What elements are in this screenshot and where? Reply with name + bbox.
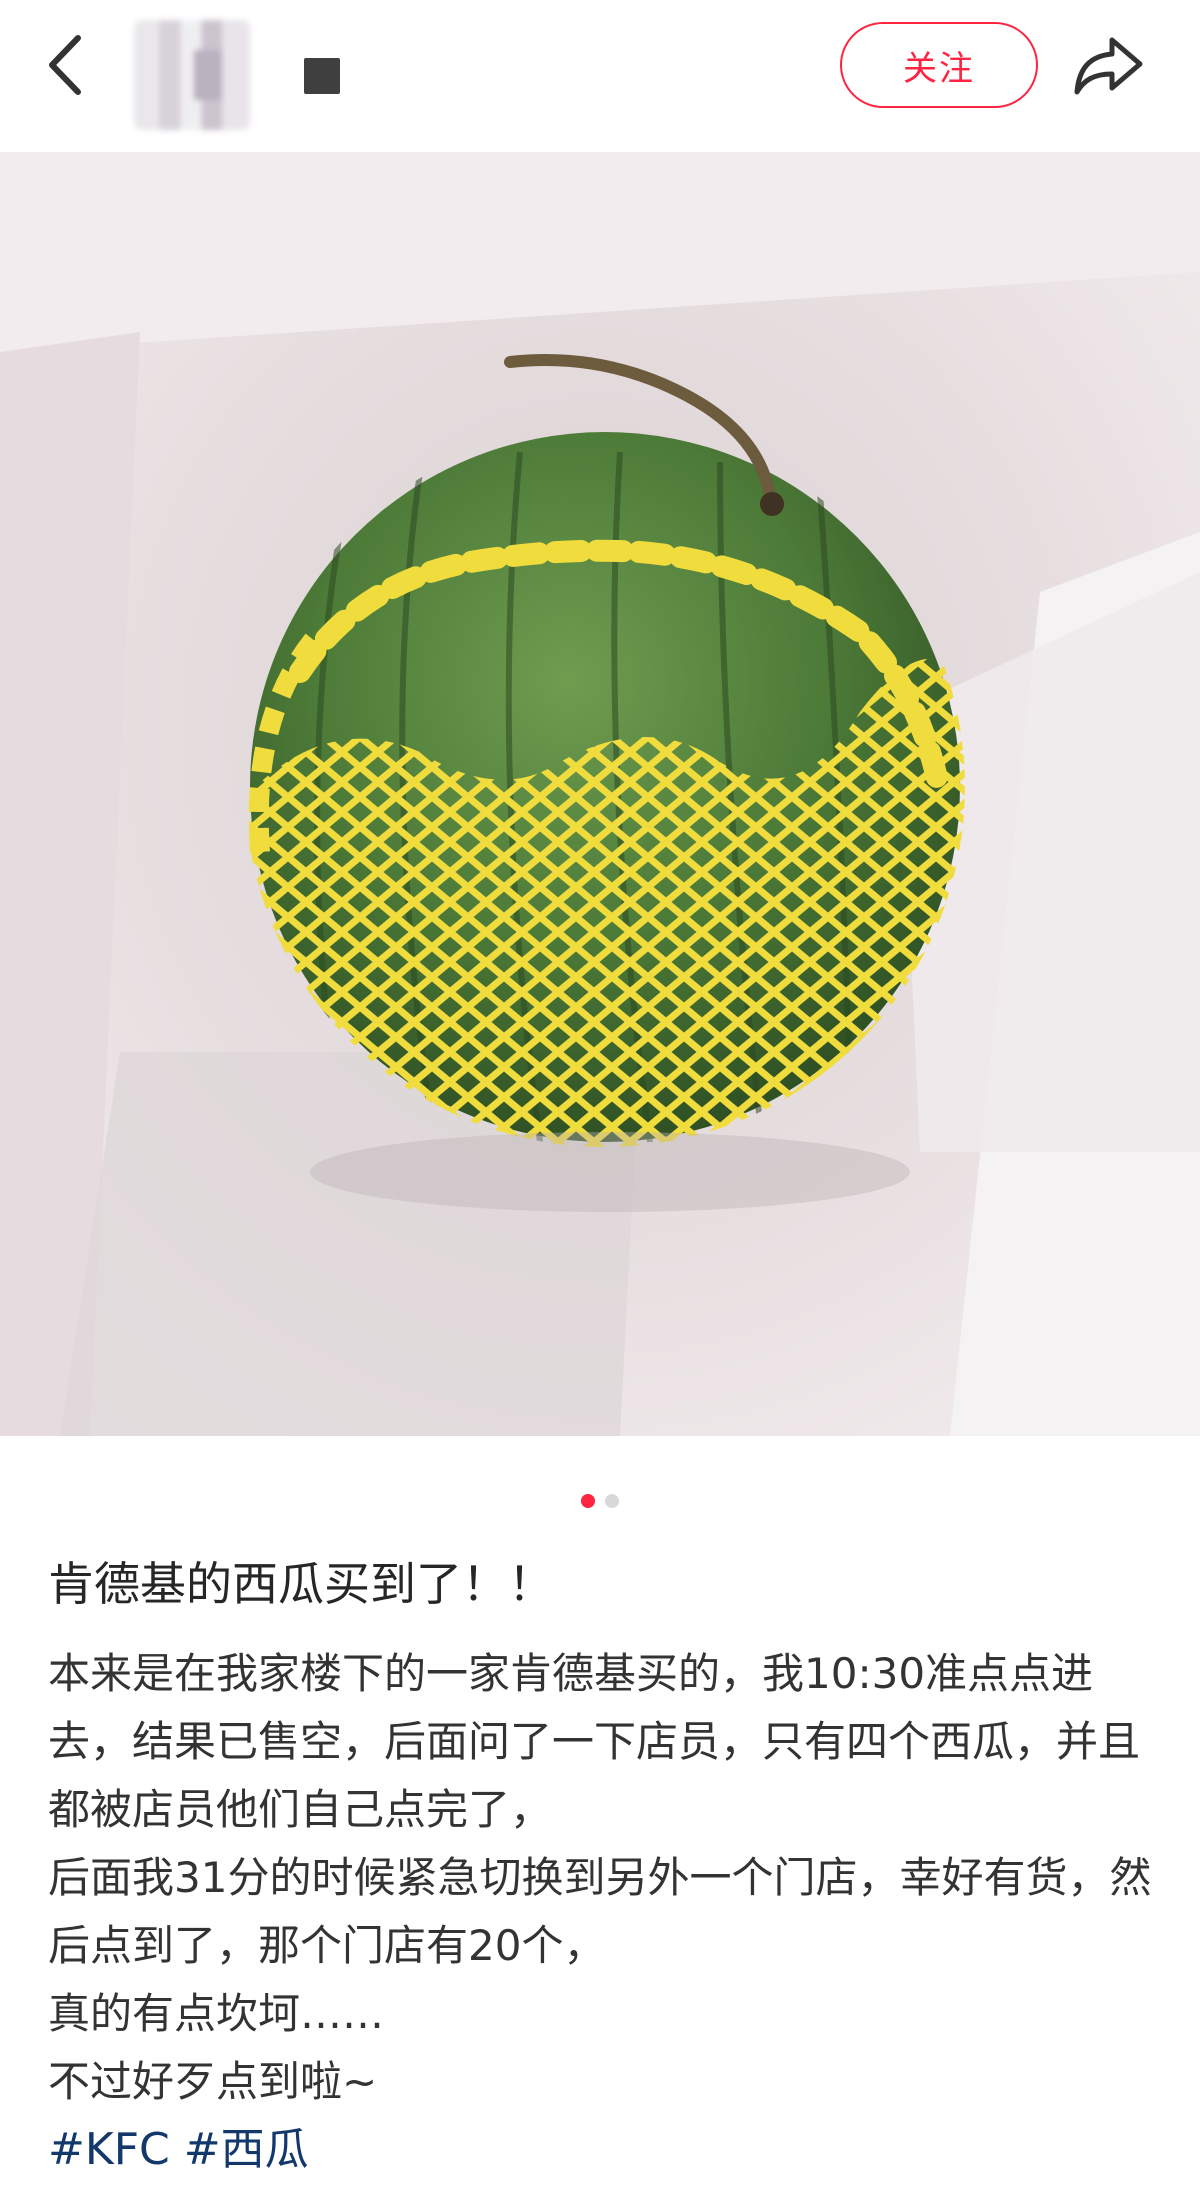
carousel-indicator: [0, 1494, 1200, 1508]
tag-kfc[interactable]: #KFC: [48, 2124, 170, 2175]
watermelon-photo: [0, 152, 1200, 1436]
post-title: 肯德基的西瓜买到了！！: [48, 1557, 554, 1611]
author-name[interactable]: [304, 58, 340, 94]
follow-button[interactable]: 关注: [840, 22, 1038, 108]
post-image[interactable]: [0, 152, 1200, 1436]
author-avatar[interactable]: [134, 20, 250, 130]
post-paragraph: 不过好歹点到啦~: [48, 2057, 378, 2106]
share-arrow-icon: [1074, 37, 1143, 95]
back-button[interactable]: [36, 30, 96, 100]
top-bar: 关注: [0, 0, 1200, 152]
carousel-dot-2[interactable]: [605, 1494, 619, 1508]
share-button[interactable]: [1068, 28, 1150, 104]
post-paragraph: 后面我31分的时候紧急切换到另外一个门店，幸好有货，然后点到了，那个门店有20个…: [48, 1853, 1152, 1970]
post-body: 本来是在我家楼下的一家肯德基买的，我10:30准点点进去，结果已售空，后面问了一…: [48, 1640, 1168, 2116]
tag-watermelon[interactable]: #西瓜: [184, 2124, 309, 2175]
post-paragraph: 本来是在我家楼下的一家肯德基买的，我10:30准点点进去，结果已售空，后面问了一…: [48, 1649, 1141, 1834]
post-tags: #KFC #西瓜: [48, 2118, 323, 2182]
post-paragraph: 真的有点坎坷……: [48, 1989, 385, 2038]
chevron-left-icon: [49, 35, 81, 95]
carousel-dot-1[interactable]: [581, 1494, 595, 1508]
